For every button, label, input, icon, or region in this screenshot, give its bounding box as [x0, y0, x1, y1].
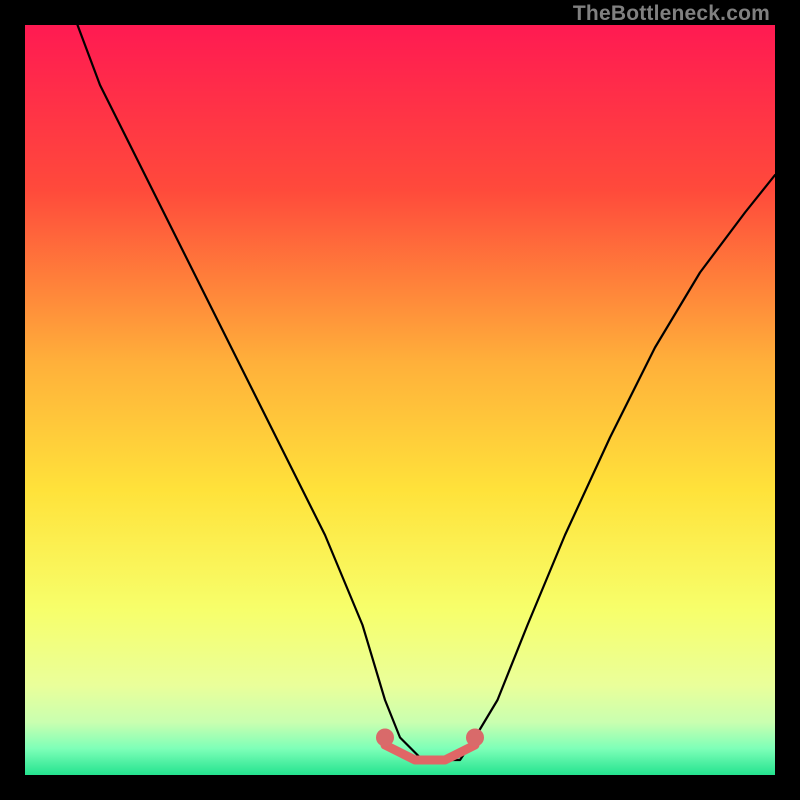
optimal-left-dot	[376, 729, 394, 747]
chart-frame	[25, 25, 775, 775]
chart-svg	[25, 25, 775, 775]
chart-background	[25, 25, 775, 775]
watermark-text: TheBottleneck.com	[573, 2, 770, 26]
optimal-right-dot	[466, 729, 484, 747]
